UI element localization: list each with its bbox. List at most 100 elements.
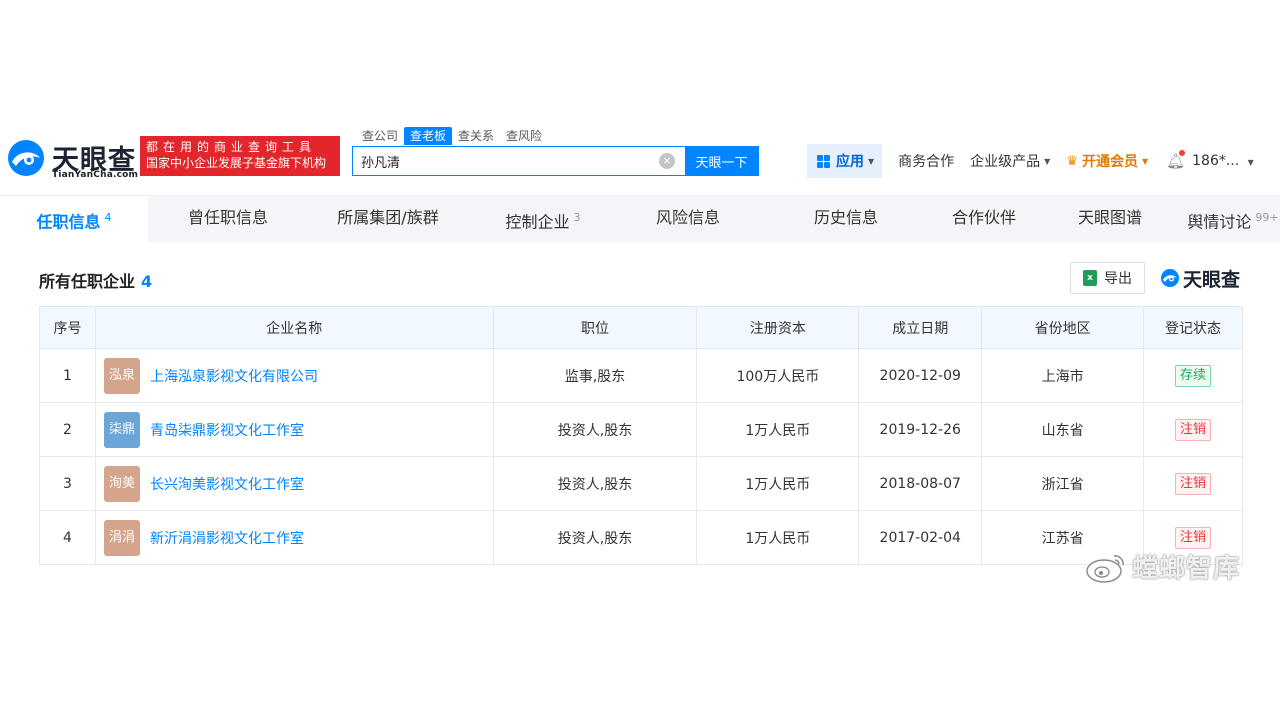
tianyancha-brand-mark: 天眼查 — [1160, 264, 1240, 292]
capital-cell: 1万人民币 — [696, 402, 860, 457]
tab-count: 3 — [573, 211, 581, 224]
company-logo[interactable]: 泓泉 — [103, 357, 140, 394]
tab-controlled-companies[interactable]: 控制企业 3 — [468, 196, 618, 242]
tianyancha-logo[interactable]: 天眼查 TianYanCha.com — [6, 136, 138, 180]
col-position: 职位 — [492, 306, 698, 349]
tab-label: 风险信息 — [655, 208, 720, 227]
notification-bell[interactable]: 🔔︎ — [1166, 150, 1185, 170]
chevron-down-icon: ▼ — [868, 156, 875, 166]
region-cell: 上海市 — [981, 348, 1145, 403]
region-cell: 山东省 — [981, 402, 1145, 457]
status-cell: 注销 — [1143, 402, 1243, 457]
position-cell: 监事,股东 — [492, 348, 698, 403]
row-index: 2 — [39, 402, 96, 457]
search-tab-risk[interactable]: 查风险 — [500, 127, 548, 145]
vip-label: 开通会员 — [1081, 154, 1138, 170]
company-name-link[interactable]: 上海泓泉影视文化有限公司 — [150, 366, 318, 386]
table-row: 3 洵美 长兴洵美影视文化工作室 投资人,股东 1万人民币 2018-08-07 浙江省 注销 — [39, 456, 1243, 511]
tab-label: 任职信息 — [36, 212, 101, 232]
apps-menu-button[interactable]: 应用 ▼ — [807, 144, 883, 178]
section-title-text: 所有任职企业 — [39, 272, 136, 291]
search-input[interactable] — [353, 147, 659, 175]
tianyancha-eye-icon — [1161, 269, 1179, 287]
capital-cell: 1万人民币 — [696, 456, 860, 511]
tab-history-info[interactable]: 历史信息 — [758, 196, 934, 242]
table-row: 4 涓涓 新沂涓涓影视文化工作室 投资人,股东 1万人民币 2017-02-04 江苏省 注销 — [39, 510, 1243, 565]
tab-label: 舆情讨论 — [1187, 212, 1252, 232]
status-badge: 注销 — [1175, 418, 1212, 441]
company-cell: 洵美 长兴洵美影视文化工作室 — [94, 456, 494, 511]
apps-grid-icon — [817, 154, 830, 168]
capital-cell: 100万人民币 — [696, 348, 860, 403]
company-name-link[interactable]: 长兴洵美影视文化工作室 — [150, 474, 304, 494]
date-cell: 2019-12-26 — [858, 402, 983, 457]
col-status: 登记状态 — [1143, 306, 1243, 349]
profile-tabs: 任职信息 4 曾任职信息 所属集团/族群 控制企业 3 风险信息 历史信息 合作伙伴… — [0, 196, 1280, 242]
date-cell: 2018-08-07 — [858, 456, 983, 511]
user-label: 186*... — [1192, 153, 1240, 169]
company-cell: 涓涓 新沂涓涓影视文化工作室 — [94, 510, 494, 565]
tab-label: 曾任职信息 — [187, 208, 268, 227]
nav-enterprise-products[interactable]: 企业级产品 ▼ — [970, 151, 1050, 171]
tianyancha-eye-icon — [8, 140, 44, 176]
table-header-row: 序号 企业名称 职位 注册资本 成立日期 省份地区 登记状态 — [39, 306, 1243, 349]
tab-label: 天眼图谱 — [1077, 208, 1142, 227]
company-name-link[interactable]: 青岛柒鼎影视文化工作室 — [150, 420, 304, 440]
nav-business-cooperation[interactable]: 商务合作 — [898, 151, 954, 171]
vip-button[interactable]: ♛ 开通会员 ▼ — [1066, 151, 1148, 171]
search-tab-relation[interactable]: 查关系 — [452, 127, 500, 145]
slogan-line-1: 都在用的商业查询工具 — [146, 140, 317, 154]
user-menu[interactable]: 186*... ▼ — [1192, 153, 1254, 169]
table-row: 1 泓泉 上海泓泉影视文化有限公司 监事,股东 100万人民币 2020-12-09 上海市… — [39, 348, 1243, 403]
tab-graph[interactable]: 天眼图谱 — [1034, 196, 1186, 242]
positions-panel: 所有任职企业 4 x 导出 天眼查 序号 企业名称 职位 注册资本 成立日期 省份… — [6, 242, 1274, 598]
region-cell: 浙江省 — [981, 456, 1145, 511]
table-row: 2 柒鼎 青岛柒鼎影视文化工作室 投资人,股东 1万人民币 2019-12-26 山东省 注销 — [39, 402, 1243, 457]
tab-risk-info[interactable]: 风险信息 — [618, 196, 758, 242]
nav-enterprise-products-label: 企业级产品 — [970, 154, 1041, 170]
company-logo[interactable]: 涓涓 — [103, 519, 140, 556]
tab-count: 99+ — [1255, 211, 1279, 224]
positions-table: 序号 企业名称 职位 注册资本 成立日期 省份地区 登记状态 1 泓泉 上海泓泉影视… — [39, 306, 1243, 565]
row-index: 1 — [39, 348, 96, 403]
company-name-link[interactable]: 新沂涓涓影视文化工作室 — [150, 528, 304, 548]
company-cell: 柒鼎 青岛柒鼎影视文化工作室 — [94, 402, 494, 457]
company-logo[interactable]: 柒鼎 — [103, 411, 140, 448]
top-header: 天眼查 TianYanCha.com 都在用的商业查询工具 国家中小企业发展子基… — [0, 124, 1280, 196]
tab-group[interactable]: 所属集团/族群 — [308, 196, 468, 242]
chevron-down-icon: ▼ — [1141, 156, 1149, 166]
row-index: 3 — [39, 456, 96, 511]
top-nav: 应用 ▼ 商务合作 企业级产品 ▼ ♛ 开通会员 ▼ 🔔︎ 186*... ▼ — [807, 144, 1254, 178]
col-capital: 注册资本 — [696, 306, 860, 349]
position-cell: 投资人,股东 — [492, 510, 698, 565]
search-tab-company[interactable]: 查公司 — [356, 127, 404, 145]
export-label: 导出 — [1104, 271, 1132, 287]
col-region: 省份地区 — [981, 306, 1145, 349]
weibo-icon — [1086, 554, 1124, 583]
tab-current-positions[interactable]: 任职信息 4 — [0, 196, 148, 242]
tab-partners[interactable]: 合作伙伴 — [934, 196, 1034, 242]
clear-icon[interactable]: × — [659, 153, 675, 169]
tab-former-positions[interactable]: 曾任职信息 — [148, 196, 308, 242]
search-tab-boss[interactable]: 查老板 — [404, 127, 453, 145]
status-badge: 存续 — [1175, 364, 1212, 387]
position-cell: 投资人,股东 — [492, 456, 698, 511]
date-cell: 2020-12-09 — [858, 348, 983, 403]
brand-small-text: 天眼查 — [1183, 268, 1241, 291]
company-cell: 泓泉 上海泓泉影视文化有限公司 — [94, 348, 494, 403]
tab-label: 所属集团/族群 — [337, 208, 439, 227]
status-cell: 存续 — [1143, 348, 1243, 403]
status-badge: 注销 — [1175, 526, 1212, 549]
col-index: 序号 — [39, 306, 96, 349]
section-count: 4 — [141, 272, 153, 291]
tab-count: 4 — [104, 211, 112, 224]
slogan-banner: 都在用的商业查询工具 国家中小企业发展子基金旗下机构 — [140, 136, 340, 176]
search-box: × 天眼一下 — [352, 146, 759, 176]
slogan-line-2: 国家中小企业发展子基金旗下机构 — [146, 156, 327, 170]
excel-icon: x — [1083, 270, 1097, 286]
export-button[interactable]: x 导出 — [1070, 262, 1145, 294]
company-logo[interactable]: 洵美 — [103, 465, 140, 502]
tab-public-opinion[interactable]: 舆情讨论 99+ — [1186, 196, 1280, 242]
col-company: 企业名称 — [94, 306, 494, 349]
search-button[interactable]: 天眼一下 — [685, 147, 758, 175]
